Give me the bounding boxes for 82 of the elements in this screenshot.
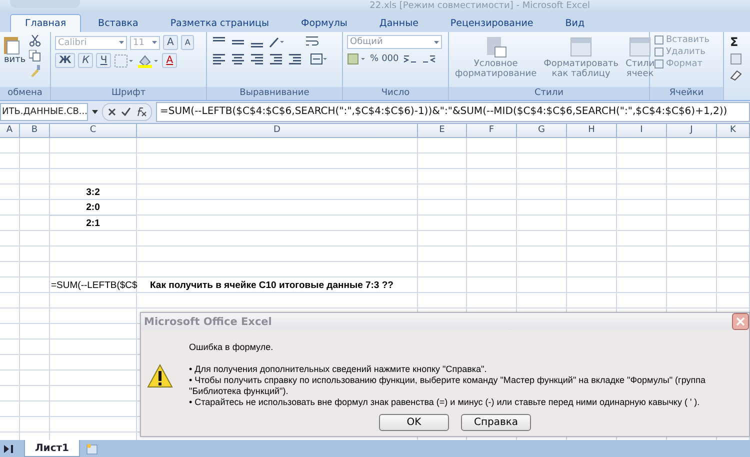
cell-icon xyxy=(654,59,664,69)
autosum-button[interactable]: Σ xyxy=(730,35,746,49)
cell-icon xyxy=(654,35,664,45)
table-style-icon xyxy=(569,35,594,59)
italic-button[interactable]: К xyxy=(78,53,94,68)
close-icon xyxy=(736,317,745,326)
increase-indent-icon[interactable] xyxy=(287,52,303,66)
dialog-title: Microsoft Office Excel xyxy=(144,316,272,328)
dialog-button[interactable]: Справка xyxy=(461,414,531,431)
ribbon-tab[interactable]: Формулы xyxy=(286,14,362,32)
window-title: 22.xls [Режим совместимости] - Microsoft Excel xyxy=(370,0,590,12)
sheet-cell[interactable]: 2:0 xyxy=(50,200,137,216)
column-header[interactable]: A xyxy=(0,124,20,137)
ribbon-tab[interactable]: Вид xyxy=(550,14,600,32)
caret-icon[interactable] xyxy=(92,110,98,114)
column-header[interactable]: B xyxy=(20,124,50,137)
group-label: Стили xyxy=(449,87,649,100)
ribbon-tab[interactable]: Рецензирование xyxy=(435,14,548,32)
cell-icon xyxy=(654,47,664,57)
name-box[interactable]: ИТЬ.ДАННЫЕ.СВ... xyxy=(0,103,88,121)
ribbon-tab[interactable]: Вставка xyxy=(83,14,154,32)
align-right-icon[interactable] xyxy=(249,52,265,66)
caret-icon xyxy=(119,41,124,44)
currency-icon[interactable] xyxy=(347,52,367,66)
fill-color-icon[interactable] xyxy=(137,54,160,68)
ribbon-tab[interactable]: Разметка страницы xyxy=(155,14,284,32)
table-style-icon xyxy=(628,35,652,59)
bold-button[interactable]: Ж xyxy=(55,53,76,68)
scissors-icon[interactable] xyxy=(28,35,41,47)
group-label: Число xyxy=(343,87,448,100)
decrease-indent-icon[interactable] xyxy=(268,52,284,66)
sheet-cell[interactable]: 2:1 xyxy=(50,216,137,231)
grow-font-button[interactable]: A xyxy=(163,35,178,50)
orientation-icon[interactable] xyxy=(268,35,286,49)
sheet-cell[interactable]: 3:2 xyxy=(50,184,137,200)
column-header[interactable]: K xyxy=(717,124,750,137)
sheet-cell[interactable]: Как получить в ячейке С10 итоговые данные 7:3 ?? xyxy=(137,278,418,293)
formula-field[interactable]: =SUM(--LEFTB($C$4:$C$6,SEARCH(":",$C$4:$C$6)-1))&":"&SUM(--MID($C$4:$C$6,SEARCH(":",$C$4:$C$6)+1,2)) xyxy=(156,102,750,122)
font-color-button[interactable]: A xyxy=(162,53,178,68)
align-center-icon[interactable] xyxy=(230,52,246,66)
merge-cells-icon[interactable] xyxy=(310,52,328,66)
column-header[interactable]: F xyxy=(467,124,517,137)
sheet-tab[interactable]: Лист1 xyxy=(24,440,80,457)
caret-icon xyxy=(434,40,439,44)
fill-icon[interactable] xyxy=(730,53,742,65)
column-header[interactable]: D xyxy=(137,124,418,137)
column-header[interactable]: J xyxy=(667,124,717,137)
copy-icon[interactable] xyxy=(28,50,41,62)
thousands-button[interactable]: 000 xyxy=(382,54,399,64)
styles-button[interactable]: Стили ячеек xyxy=(624,35,657,84)
sheet-nav-icon[interactable] xyxy=(4,444,13,452)
percent-button[interactable]: % xyxy=(370,54,379,64)
close-button[interactable] xyxy=(732,313,749,330)
error-heading: Ошибка в формуле. xyxy=(189,342,274,353)
column-header[interactable]: C xyxy=(50,124,137,137)
sheet-cell[interactable]: =SUM(--LEFTB($C$ xyxy=(50,278,137,293)
formula-buttons[interactable] xyxy=(102,103,152,121)
group-label: Выравнивание xyxy=(207,87,342,100)
column-header[interactable]: G xyxy=(517,124,567,137)
ribbon-tab[interactable]: Главная xyxy=(10,14,82,32)
quick-access-toolbar xyxy=(10,0,80,8)
caret-icon xyxy=(152,41,157,44)
dialog-button[interactable]: OK xyxy=(379,414,449,431)
eraser-icon[interactable] xyxy=(730,69,742,81)
error-message: • Чтобы получить справку по использованию функции, выберите команду "Мастер функций" на вкладке "Формулы" (группа "Библиотека функций"). xyxy=(189,375,706,397)
column-header[interactable]: H xyxy=(567,124,617,137)
column-header[interactable]: E xyxy=(418,124,467,137)
styles-button[interactable]: Условное форматирование xyxy=(453,35,539,84)
styles-button[interactable]: Форматировать как таблицу xyxy=(542,35,621,84)
group-label: Ячейки xyxy=(650,87,723,100)
underline-button[interactable]: Ч xyxy=(96,53,112,68)
group-label: обмена xyxy=(0,87,50,100)
error-message: • Для получения дополнительных сведений нажмите кнопку "Справка". xyxy=(189,364,488,375)
column-header[interactable]: I xyxy=(617,124,667,137)
group-label: Шрифт xyxy=(51,87,206,100)
align-left-icon[interactable] xyxy=(211,52,227,66)
shrink-font-button[interactable]: A xyxy=(180,35,194,50)
error-message: • Старайтесь не использовать вне формул знак равенства (=) и минус (-) или ставьте перед ними одинарную кавычку ( ' ). xyxy=(189,397,701,408)
paste-button[interactable]: вить xyxy=(4,35,26,84)
clipboard-icon xyxy=(4,35,20,55)
warning-icon xyxy=(147,364,173,388)
ribbon-tab[interactable]: Данные xyxy=(364,14,434,32)
